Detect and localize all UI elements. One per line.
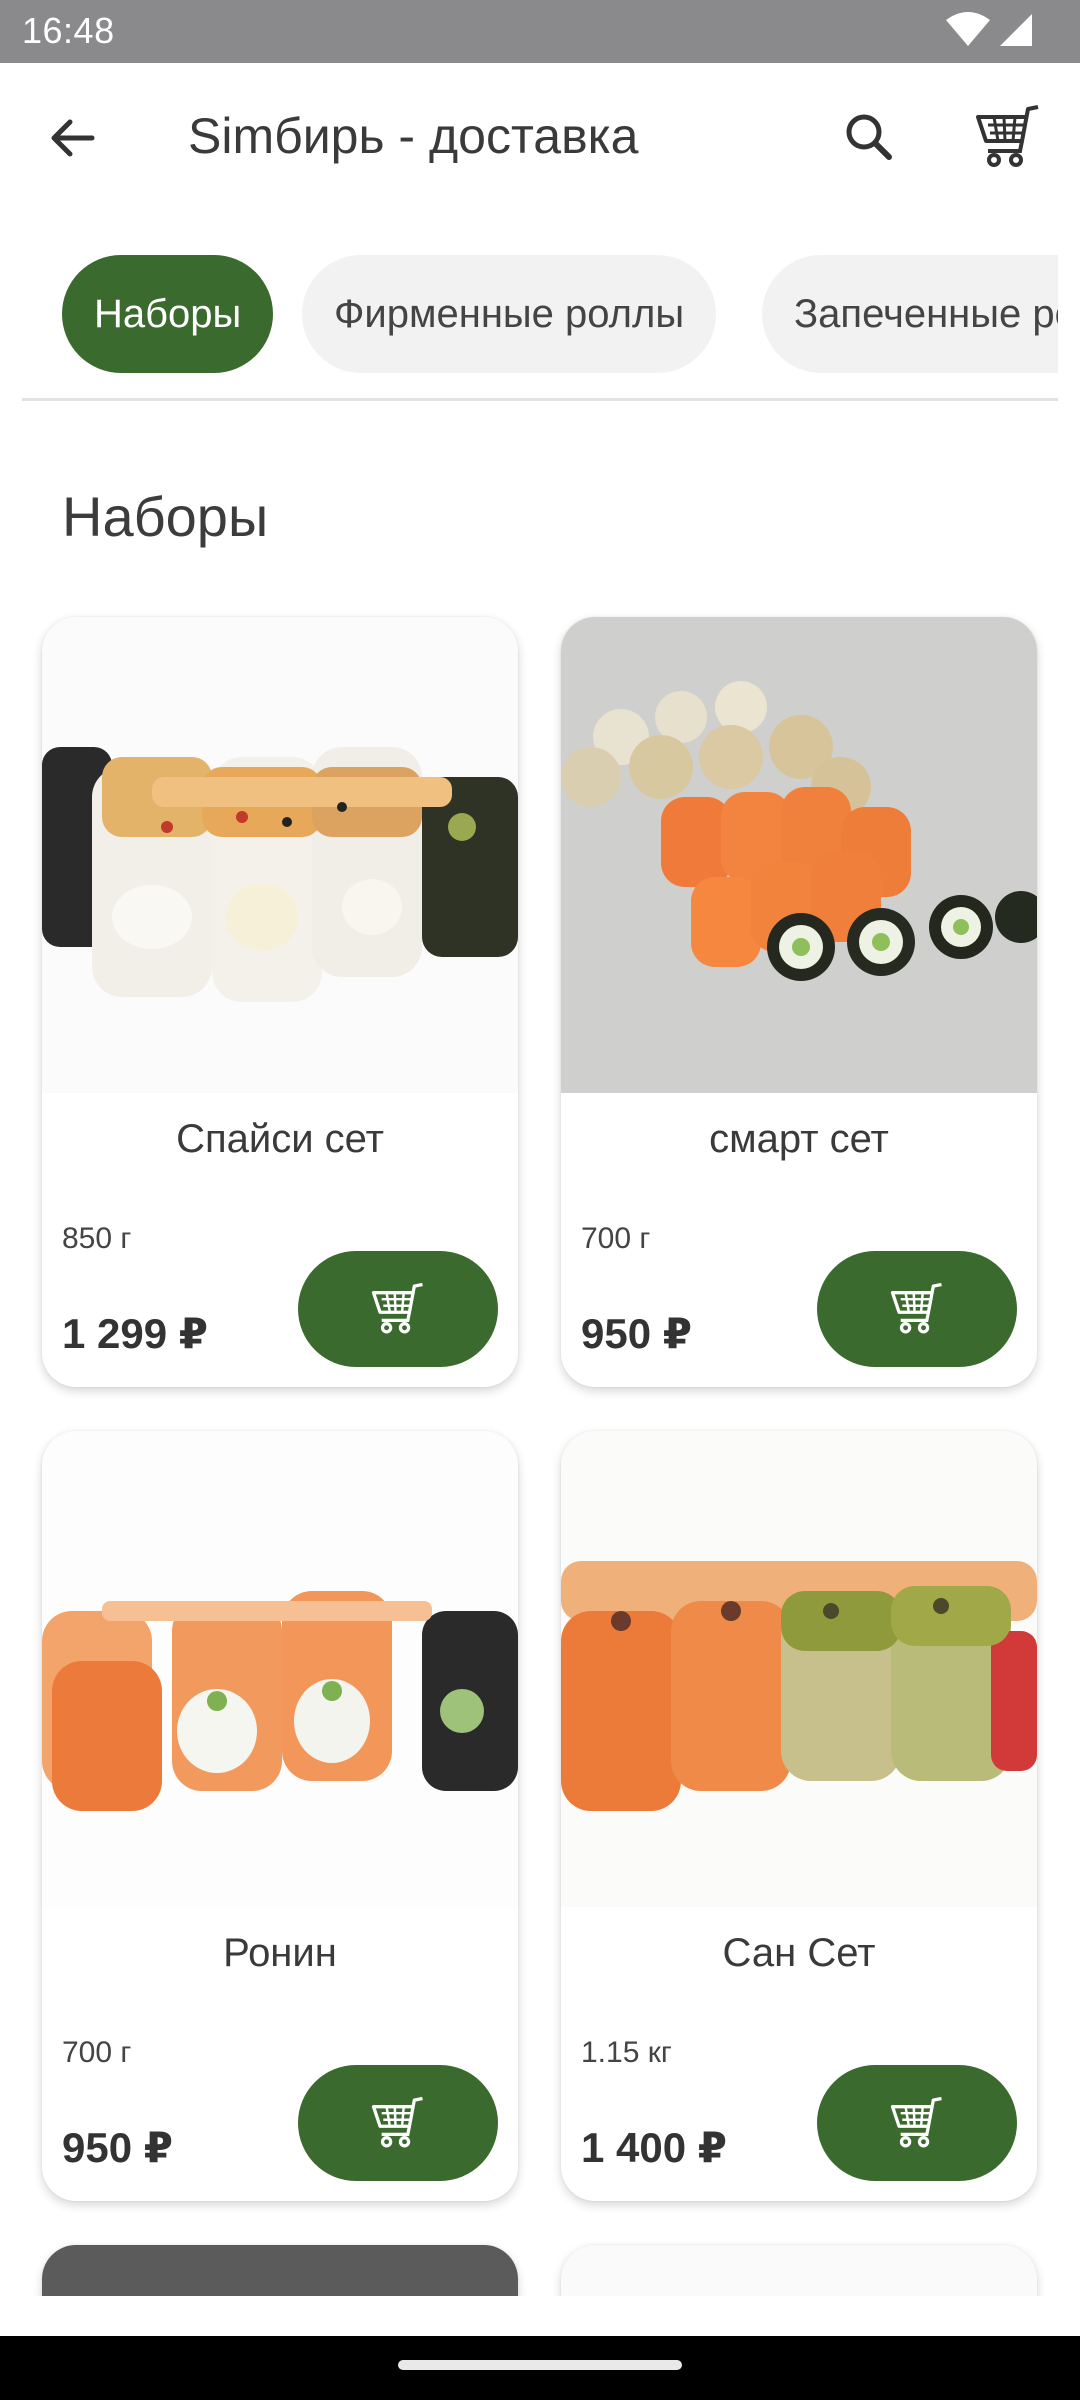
section-title: Наборы (62, 485, 269, 548)
add-to-cart-button[interactable] (298, 1251, 498, 1367)
product-image (42, 1431, 518, 1907)
product-weight: 700 г (581, 1222, 651, 1255)
search-button[interactable] (835, 103, 905, 173)
product-weight: 1.15 кг (581, 2036, 672, 2069)
product-name: Спайси сет (176, 1117, 384, 1161)
product-image (561, 617, 1037, 1093)
signal-icon (1000, 14, 1032, 46)
content-bottom-fade (0, 2296, 1080, 2336)
status-icons (945, 12, 1034, 48)
product-card[interactable]: Сан Сет 1.15 кг 1 400 ₽ (561, 1431, 1037, 2201)
status-time: 16:48 (22, 10, 115, 51)
add-to-cart-button[interactable] (817, 1251, 1017, 1367)
product-image (561, 1431, 1037, 1907)
product-price: 1 400 ₽ (581, 2124, 727, 2171)
tab-nabory[interactable]: Наборы (62, 255, 274, 373)
product-name: смарт сет (709, 1117, 889, 1161)
system-navigation-bar (0, 2336, 1080, 2400)
product-weight: 700 г (62, 2036, 132, 2069)
product-name: Сан Сет (722, 1931, 876, 1975)
cart-icon (890, 2096, 942, 2148)
wifi-icon (945, 12, 990, 46)
cart-icon (371, 2096, 423, 2148)
back-arrow-icon (51, 119, 95, 157)
product-weight: 850 г (62, 1222, 132, 1255)
back-button[interactable] (38, 103, 108, 173)
category-tabs: Наборы Фирменные роллы Запеченные роллы (0, 255, 1058, 373)
cart-button[interactable] (970, 99, 1046, 175)
product-image (42, 617, 518, 1093)
add-to-cart-button[interactable] (298, 2065, 498, 2181)
product-card[interactable]: Спайси сет 850 г 1 299 ₽ (42, 617, 518, 1387)
page-title: Simбирь - доставка (188, 108, 639, 164)
cart-icon (890, 1282, 942, 1334)
add-to-cart-button[interactable] (817, 2065, 1017, 2181)
product-price: 950 ₽ (62, 2124, 173, 2171)
search-icon (846, 114, 892, 160)
home-gesture-handle[interactable] (398, 2360, 682, 2370)
cart-icon (976, 105, 1039, 167)
tab-firmennye-rolly[interactable]: Фирменные роллы (302, 255, 717, 373)
status-bar: 16:48 (0, 0, 1080, 63)
product-name: Ронин (223, 1931, 337, 1975)
product-price: 950 ₽ (581, 1310, 692, 1357)
product-card[interactable]: Ронин 700 г 950 ₽ (42, 1431, 518, 2201)
cart-icon (371, 1282, 423, 1334)
app-bar: Simбирь - доставка (0, 63, 1080, 213)
product-card[interactable]: смарт сет 700 г 950 ₽ (561, 617, 1037, 1387)
divider (22, 398, 1058, 401)
product-price: 1 299 ₽ (62, 1310, 208, 1357)
tab-zapechennye-rolly[interactable]: Запеченные роллы (762, 255, 1058, 373)
